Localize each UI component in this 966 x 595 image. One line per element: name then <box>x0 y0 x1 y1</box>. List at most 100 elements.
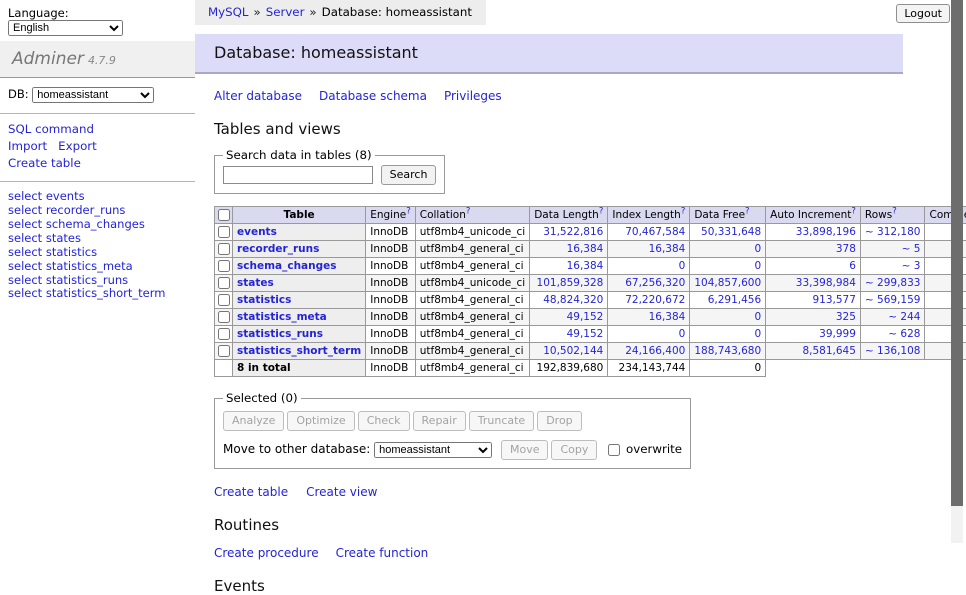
data-length-link[interactable]: 16,384 <box>567 243 604 255</box>
db-link[interactable]: Database schema <box>319 89 427 103</box>
table-name-link[interactable]: states <box>237 277 274 289</box>
create-link[interactable]: Create table <box>214 485 288 499</box>
breadcrumb-link[interactable]: Server <box>266 5 305 19</box>
data-length-link[interactable]: 49,152 <box>567 311 604 323</box>
data-length-link[interactable]: 31,522,816 <box>543 226 603 238</box>
help-link[interactable]: ? <box>851 207 856 217</box>
sidebar-item-select-statistics[interactable]: select statistics <box>8 246 187 259</box>
index-length-link[interactable]: 0 <box>679 260 686 272</box>
sidebar-action-link[interactable]: Create table <box>8 155 81 172</box>
auto-increment-link[interactable]: 325 <box>836 311 856 323</box>
routine-link[interactable]: Create procedure <box>214 546 319 560</box>
sidebar-action-link[interactable]: SQL command <box>8 121 94 138</box>
data-free-link[interactable]: 0 <box>754 311 761 323</box>
data-length-cell: 16,384 <box>530 258 608 275</box>
index-length-link[interactable]: 0 <box>679 328 686 340</box>
rows-count-link[interactable]: ~ 299,833 <box>865 277 921 289</box>
rows-count-link[interactable]: ~ 312,180 <box>865 226 921 238</box>
data-free-link[interactable]: 0 <box>754 328 761 340</box>
app-logo: Adminer4.7.9 <box>0 41 195 78</box>
index-length-link[interactable]: 16,384 <box>649 243 686 255</box>
data-length-link[interactable]: 10,502,144 <box>543 345 603 357</box>
table-row: statistics_runsInnoDButf8mb4_general_ci4… <box>215 326 966 343</box>
row-checkbox[interactable] <box>218 277 230 289</box>
row-checkbox[interactable] <box>218 226 230 238</box>
help-link[interactable]: ? <box>892 207 897 217</box>
breadcrumb-link[interactable]: MySQL <box>208 5 249 19</box>
help-link[interactable]: ? <box>681 207 686 217</box>
auto-increment-link[interactable]: 33,398,984 <box>796 277 856 289</box>
rows-count-link[interactable]: ~ 628 <box>888 328 920 340</box>
auto-increment-link[interactable]: 8,581,645 <box>802 345 855 357</box>
logout-button[interactable]: Logout <box>896 4 950 23</box>
data-free-link[interactable]: 50,331,648 <box>701 226 761 238</box>
sidebar-item-select-schema_changes[interactable]: select schema_changes <box>8 218 187 231</box>
move-db-select[interactable]: homeassistant <box>374 442 492 458</box>
data-free-link[interactable]: 104,857,600 <box>694 277 761 289</box>
sidebar-item-select-statistics_short_term[interactable]: select statistics_short_term <box>8 287 187 300</box>
rows-count-link[interactable]: ~ 569,159 <box>865 294 921 306</box>
table-name-link[interactable]: recorder_runs <box>237 243 319 255</box>
table-name-link[interactable]: schema_changes <box>237 260 337 272</box>
db-link[interactable]: Alter database <box>214 89 302 103</box>
help-link[interactable]: ? <box>466 207 471 217</box>
data-free-link[interactable]: 6,291,456 <box>708 294 761 306</box>
table-name-link[interactable]: statistics_runs <box>237 328 323 340</box>
index-length-link[interactable]: 70,467,584 <box>625 226 685 238</box>
index-length-link[interactable]: 24,166,400 <box>625 345 685 357</box>
sidebar-item-select-statistics_runs[interactable]: select statistics_runs <box>8 274 187 287</box>
table-name-link[interactable]: events <box>237 226 277 238</box>
index-length-link[interactable]: 67,256,320 <box>625 277 685 289</box>
sidebar-item-select-statistics_meta[interactable]: select statistics_meta <box>8 260 187 273</box>
auto-increment-link[interactable]: 913,577 <box>813 294 856 306</box>
auto-increment-link[interactable]: 6 <box>849 260 856 272</box>
row-checkbox[interactable] <box>218 243 230 255</box>
tables-table-head: TableEngine?Collation?Data Length?Index … <box>215 207 966 224</box>
data-free-link[interactable]: 188,743,680 <box>694 345 761 357</box>
help-link[interactable]: ? <box>406 207 411 217</box>
search-input[interactable] <box>223 166 373 184</box>
row-checkbox[interactable] <box>218 260 230 272</box>
sidebar-action-link[interactable]: Import <box>8 138 47 155</box>
data-free-link[interactable]: 0 <box>754 243 761 255</box>
scrollbar-thumb[interactable] <box>951 0 963 506</box>
rows-count-link[interactable]: ~ 5 <box>902 243 921 255</box>
table-name-link[interactable]: statistics_short_term <box>237 345 361 357</box>
sidebar-item-select-states[interactable]: select states <box>8 232 187 245</box>
rows-count-link[interactable]: ~ 3 <box>902 260 921 272</box>
sidebar-action-link[interactable]: Export <box>58 138 97 155</box>
row-checkbox[interactable] <box>218 294 230 306</box>
search-legend: Search data in tables (8) <box>223 148 375 162</box>
data-length-link[interactable]: 16,384 <box>567 260 604 272</box>
table-name-link[interactable]: statistics_meta <box>237 311 327 323</box>
index-length-link[interactable]: 16,384 <box>649 311 686 323</box>
help-link[interactable]: ? <box>599 207 604 217</box>
db-link[interactable]: Privileges <box>444 89 502 103</box>
rows-count-link[interactable]: ~ 136,108 <box>865 345 921 357</box>
routine-link[interactable]: Create function <box>336 546 429 560</box>
db-select[interactable]: homeassistant <box>32 87 154 103</box>
index-length-link[interactable]: 72,220,672 <box>625 294 685 306</box>
select-all-checkbox[interactable] <box>218 209 230 221</box>
help-link[interactable]: ? <box>745 207 750 217</box>
data-length-link[interactable]: 101,859,328 <box>537 277 604 289</box>
data-length-link[interactable]: 48,824,320 <box>543 294 603 306</box>
data-length-link[interactable]: 49,152 <box>567 328 604 340</box>
auto-increment-link[interactable]: 33,898,196 <box>796 226 856 238</box>
language-select[interactable]: English <box>8 20 123 36</box>
row-checkbox[interactable] <box>218 345 230 357</box>
table-name-link[interactable]: statistics <box>237 294 291 306</box>
sidebar-item-select-events[interactable]: select events <box>8 190 187 203</box>
auto-increment-link[interactable]: 378 <box>836 243 856 255</box>
create-link[interactable]: Create view <box>306 485 377 499</box>
search-button[interactable]: Search <box>381 165 437 185</box>
row-checkbox[interactable] <box>218 311 230 323</box>
vertical-scrollbar[interactable] <box>951 0 963 543</box>
rows-count-link[interactable]: ~ 244 <box>888 311 920 323</box>
row-checkbox[interactable] <box>218 328 230 340</box>
overwrite-checkbox[interactable] <box>608 444 620 456</box>
data-free-link[interactable]: 0 <box>754 260 761 272</box>
breadcrumb-current: Database: homeassistant <box>322 5 472 19</box>
sidebar-item-select-recorder_runs[interactable]: select recorder_runs <box>8 204 187 217</box>
auto-increment-link[interactable]: 39,999 <box>819 328 856 340</box>
